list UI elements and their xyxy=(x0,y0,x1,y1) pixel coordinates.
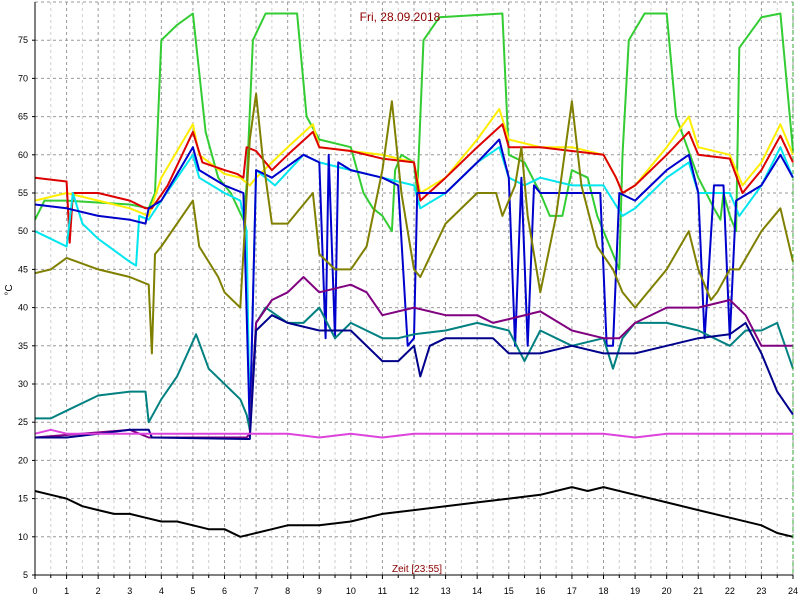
x-axis-label: Zeit [23:55] xyxy=(392,564,442,575)
y-tick-label: 50 xyxy=(18,226,28,236)
x-tick-label: 15 xyxy=(504,586,514,596)
x-tick-label: 22 xyxy=(725,586,735,596)
y-tick-label: 45 xyxy=(18,264,28,274)
y-tick-label: 20 xyxy=(18,455,28,465)
y-tick-label: 10 xyxy=(18,532,28,542)
chart-title: Fri, 28.09.2018 xyxy=(360,10,441,24)
x-tick-label: 2 xyxy=(96,586,101,596)
x-tick-label: 4 xyxy=(159,586,164,596)
x-tick-label: 17 xyxy=(567,586,577,596)
x-tick-label: 18 xyxy=(598,586,608,596)
y-tick-label: 35 xyxy=(18,341,28,351)
y-tick-label: 15 xyxy=(18,494,28,504)
x-tick-label: 1 xyxy=(64,586,69,596)
x-tick-label: 12 xyxy=(409,586,419,596)
y-tick-label: 55 xyxy=(18,188,28,198)
y-tick-label: 65 xyxy=(18,112,28,122)
y-tick-label: 60 xyxy=(18,150,28,160)
x-tick-label: 8 xyxy=(285,586,290,596)
x-tick-label: 23 xyxy=(756,586,766,596)
x-tick-label: 20 xyxy=(662,586,672,596)
x-tick-label: 6 xyxy=(222,586,227,596)
x-tick-label: 11 xyxy=(378,586,387,596)
x-tick-label: 3 xyxy=(127,586,132,596)
x-tick-label: 19 xyxy=(630,586,640,596)
x-tick-label: 13 xyxy=(441,586,451,596)
x-tick-label: 24 xyxy=(788,586,798,596)
x-tick-label: 9 xyxy=(317,586,322,596)
y-tick-label: 75 xyxy=(18,35,28,45)
x-tick-label: 7 xyxy=(254,586,259,596)
x-tick-label: 16 xyxy=(535,586,545,596)
x-tick-label: 21 xyxy=(693,586,703,596)
chart: 0 1 2 3 4 5 6 7 8 9 10 11 12 13 14 15 16 17 18 19 20 21 22 23 24… xyxy=(0,0,800,600)
x-tick-label: 10 xyxy=(346,586,356,596)
y-tick-label: 30 xyxy=(18,379,28,389)
chart-svg: 0 1 2 3 4 5 6 7 8 9 10 11 12 13 14 15 16 17 18 19 20 21 22 23 24… xyxy=(0,0,800,600)
x-tick-label: 0 xyxy=(32,586,37,596)
y-tick-label: 25 xyxy=(18,417,28,427)
x-tick-label: 14 xyxy=(472,586,482,596)
plot-background xyxy=(0,0,800,600)
y-tick-label: 40 xyxy=(18,303,28,313)
y-tick-label: 70 xyxy=(18,73,28,83)
x-tick-label: 5 xyxy=(190,586,195,596)
y-tick-label: 5 xyxy=(23,570,28,580)
y-axis-label: °C xyxy=(4,284,15,295)
